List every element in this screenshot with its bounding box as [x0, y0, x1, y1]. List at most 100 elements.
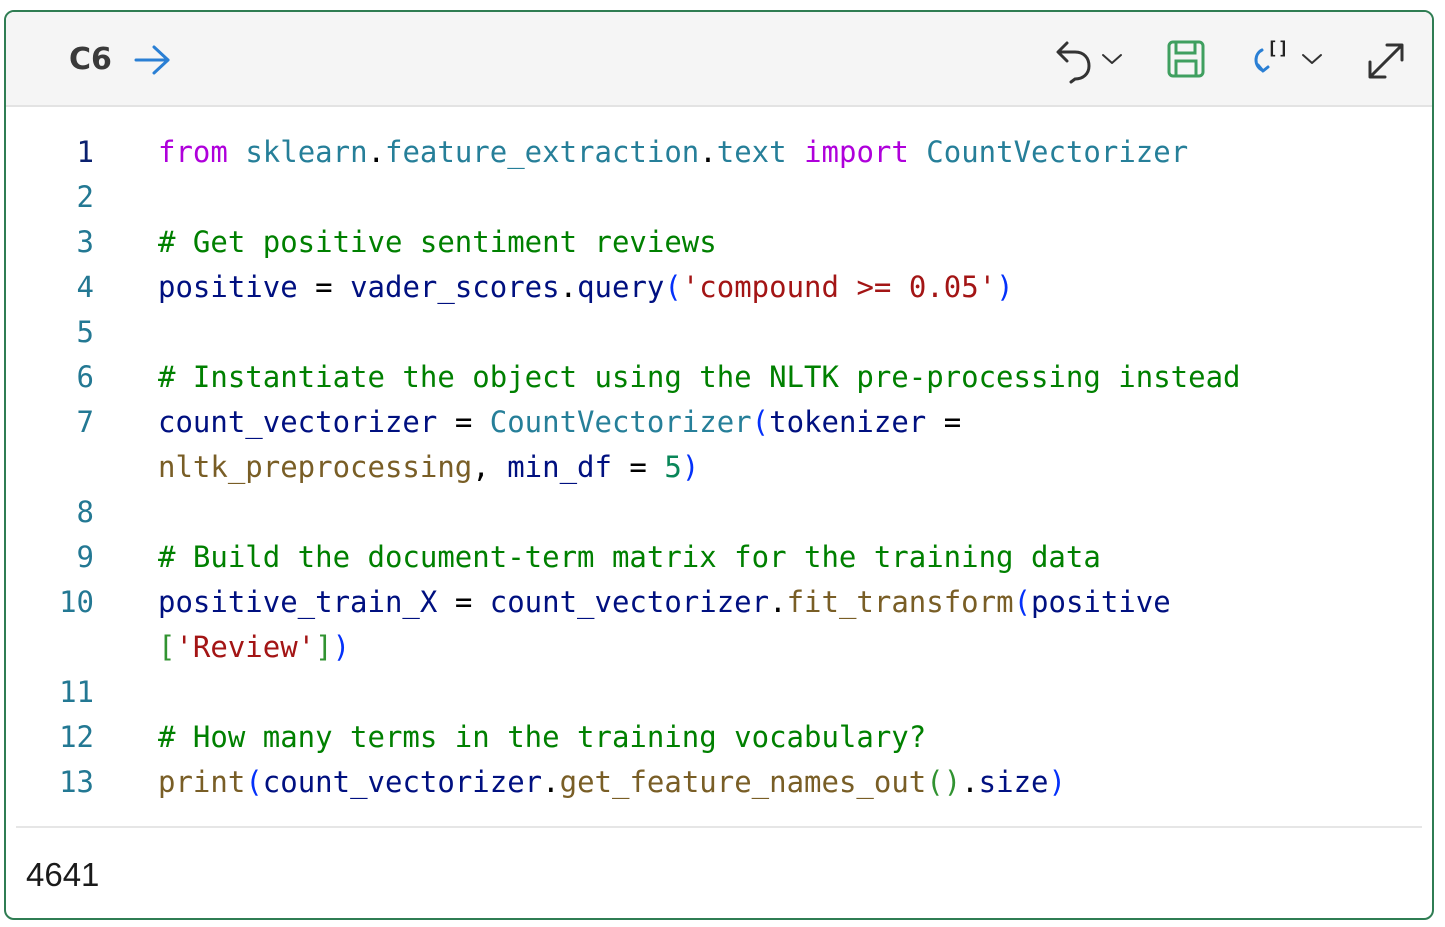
undo-icon[interactable]	[1053, 39, 1093, 85]
code-line[interactable]: 1 from sklearn.feature_extraction.text im…	[6, 130, 1432, 175]
line-source: from sklearn.feature_extraction.text imp…	[158, 130, 1188, 175]
code-line[interactable]: 7 count_vectorizer = CountVectorizer(toke…	[6, 400, 1432, 445]
code-line[interactable]: 8	[6, 490, 1432, 535]
code-token: 'compound >= 0.05'	[681, 270, 997, 304]
code-token: min_df	[507, 450, 612, 484]
code-token: )	[996, 270, 1014, 304]
code-line[interactable]: ['Review'])	[6, 625, 1432, 670]
code-token: =	[611, 450, 665, 484]
cell-toolbar: C6 []	[6, 12, 1432, 107]
line-number: 1	[76, 135, 94, 169]
undo-options-chevron-down-icon[interactable]	[1101, 52, 1123, 66]
code-token: ()	[926, 765, 962, 799]
code-token: CountVectorizer	[489, 405, 752, 439]
code-token: =	[297, 270, 351, 304]
code-token: print	[158, 765, 246, 799]
code-token: count_vectorizer	[158, 405, 438, 439]
code-line[interactable]: 10 positive_train_X = count_vectorizer.fi…	[6, 580, 1432, 625]
code-token: count_vectorizer	[489, 585, 770, 619]
line-source: positive_train_X = count_vectorizer.fit_…	[158, 580, 1171, 625]
code-token: CountVectorizer	[926, 135, 1189, 169]
code-token: feature_extraction	[385, 135, 700, 169]
code-token: size	[978, 765, 1049, 799]
line-source: # Instantiate the object using the NLTK …	[158, 355, 1241, 400]
line-number: 2	[76, 180, 94, 214]
code-line[interactable]: 2	[6, 175, 1432, 220]
line-number: 13	[59, 765, 94, 799]
code-token: .	[769, 585, 787, 619]
code-token: vader_scores	[350, 270, 560, 304]
code-token: (	[751, 405, 770, 439]
code-token: )	[332, 630, 351, 664]
code-token: ,	[472, 450, 508, 484]
code-line[interactable]: 9 # Build the document-term matrix for th…	[6, 535, 1432, 580]
code-token: # Get positive sentiment reviews	[158, 225, 717, 259]
code-token: =	[926, 405, 962, 439]
output-divider	[16, 826, 1422, 828]
notebook-cell: C6 [] 1 from sklearn.feature_extraction.…	[4, 10, 1434, 920]
variable-insert-icon[interactable]: []	[1249, 39, 1297, 81]
code-token: sklearn	[245, 135, 368, 169]
code-token: .	[542, 765, 560, 799]
code-line[interactable]: 11	[6, 670, 1432, 715]
code-token: .	[367, 135, 385, 169]
line-source: nltk_preprocessing, min_df = 5)	[158, 445, 699, 490]
code-token: text	[716, 135, 787, 169]
line-number: 9	[76, 540, 94, 574]
line-number: 11	[59, 675, 94, 709]
run-arrow-icon[interactable]	[132, 43, 174, 77]
code-token: 'Review'	[175, 630, 316, 664]
code-line[interactable]: 12 # How many terms in the training vocab…	[6, 715, 1432, 760]
code-token: # Build the document-term matrix for the…	[158, 540, 1101, 574]
code-token: import	[804, 135, 909, 169]
line-number: 4	[76, 270, 94, 304]
code-token: positive_train_X	[158, 585, 438, 619]
save-icon[interactable]	[1167, 40, 1205, 78]
code-token: =	[437, 585, 490, 619]
line-number: 7	[76, 405, 94, 439]
code-token: =	[437, 405, 490, 439]
code-token: (	[245, 765, 263, 799]
code-line[interactable]: 3 # Get positive sentiment reviews	[6, 220, 1432, 265]
svg-text:[]: []	[1267, 39, 1289, 59]
code-token: .	[559, 270, 578, 304]
line-number: 3	[76, 225, 94, 259]
expand-icon[interactable]	[1365, 40, 1407, 82]
code-token: )	[681, 450, 700, 484]
line-number: 12	[59, 720, 94, 754]
line-source: count_vectorizer = CountVectorizer(token…	[158, 400, 961, 445]
line-number: 8	[76, 495, 94, 529]
code-token: .	[699, 135, 717, 169]
code-line[interactable]: 4 positive = vader_scores.query('compound…	[6, 265, 1432, 310]
code-token: (	[1013, 585, 1032, 619]
code-token: nltk_preprocessing	[158, 450, 473, 484]
line-source: print(count_vectorizer.get_feature_names…	[158, 760, 1066, 805]
line-source: # Build the document-term matrix for the…	[158, 535, 1101, 580]
code-line[interactable]: 6 # Instantiate the object using the NLTK…	[6, 355, 1432, 400]
code-token: # How many terms in the training vocabul…	[158, 720, 927, 754]
code-token: query	[577, 270, 665, 304]
code-token: from	[158, 135, 228, 169]
code-line[interactable]: 13 print(count_vectorizer.get_feature_nam…	[6, 760, 1432, 805]
code-token: get_feature_names_out	[559, 765, 927, 799]
code-token: ]	[315, 630, 333, 664]
cell-id-label: C6	[69, 42, 112, 77]
code-token: positive	[1031, 585, 1171, 619]
code-token: 5	[664, 450, 682, 484]
code-line[interactable]: nltk_preprocessing, min_df = 5)	[6, 445, 1432, 490]
variable-options-chevron-down-icon[interactable]	[1301, 52, 1323, 66]
line-number: 10	[59, 585, 94, 619]
code-token: [	[158, 630, 176, 664]
code-token: fit_transform	[786, 585, 1014, 619]
code-token: (	[664, 270, 682, 304]
code-token: positive	[158, 270, 298, 304]
code-token: # Instantiate the object using the NLTK …	[158, 360, 1241, 394]
code-line[interactable]: 5	[6, 310, 1432, 355]
line-number: 5	[76, 315, 94, 349]
code-token: .	[961, 765, 979, 799]
line-number: 6	[76, 360, 94, 394]
code-token: count_vectorizer	[262, 765, 543, 799]
